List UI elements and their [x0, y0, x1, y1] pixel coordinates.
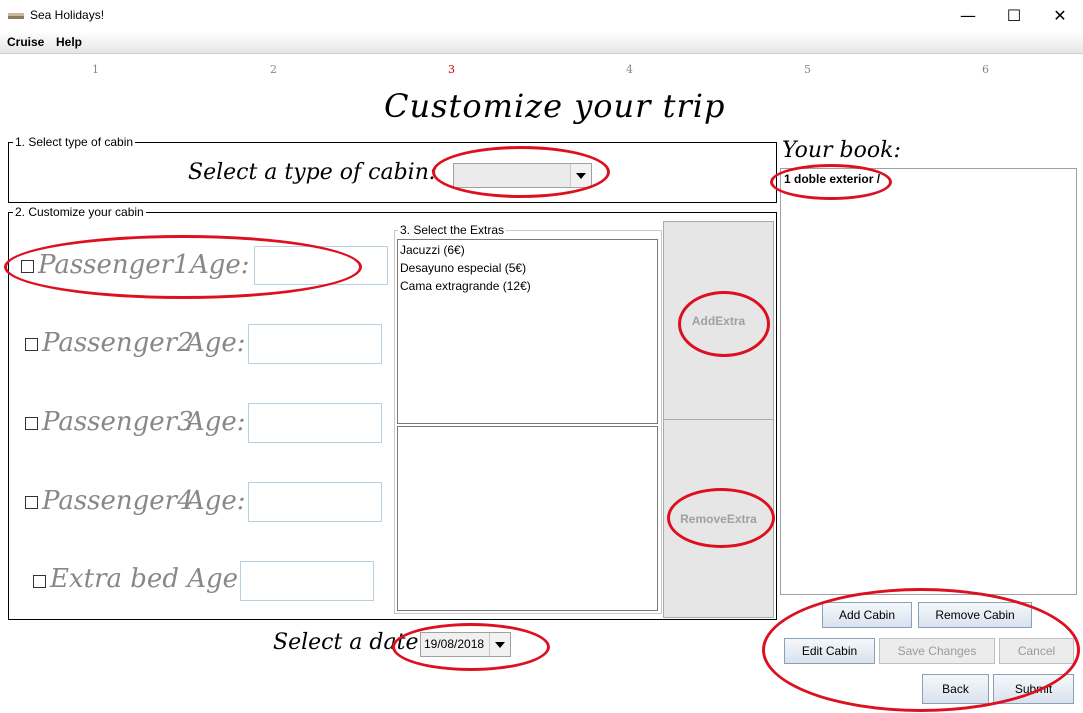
passenger4-checkbox[interactable]	[25, 496, 38, 509]
passenger1-checkbox[interactable]	[21, 260, 34, 273]
page-title: Customize your trip	[384, 87, 726, 125]
passenger3-label: Passenger3	[42, 407, 194, 437]
book-item[interactable]: 1 doble exterior /	[784, 172, 880, 186]
passenger3-age-label: Age:	[186, 407, 246, 437]
title-bar	[0, 0, 1083, 31]
customize-legend: 2. Customize your cabin	[13, 205, 146, 219]
extra-bed-checkbox[interactable]	[33, 575, 46, 588]
passenger1-label: Passenger1	[38, 250, 190, 280]
cabin-type-legend: 1. Select type of cabin	[13, 135, 136, 149]
edit-cabin-button[interactable]: Edit Cabin	[784, 638, 875, 664]
passenger1-age-label: Age:	[190, 250, 250, 280]
maximize-button[interactable]: ☐	[991, 0, 1037, 31]
passenger2-checkbox[interactable]	[25, 338, 38, 351]
app-icon	[8, 10, 24, 20]
book-list[interactable]: 1 doble exterior /	[780, 168, 1077, 595]
save-changes-button[interactable]: Save Changes	[879, 638, 995, 664]
back-button[interactable]: Back	[922, 674, 989, 704]
menu-cruise[interactable]: Cruise	[7, 35, 44, 49]
step-2: 2	[270, 63, 277, 76]
passenger1-age-field[interactable]	[254, 246, 388, 285]
window-title: Sea Holidays!	[30, 8, 105, 22]
extras-available-list[interactable]: Jacuzzi (6€) Desayuno especial (5€) Cama…	[397, 239, 658, 424]
cancel-button[interactable]: Cancel	[999, 638, 1074, 664]
add-extra-button[interactable]: AddExtra	[663, 221, 774, 420]
date-label: Select a date	[273, 630, 419, 655]
list-item[interactable]: Jacuzzi (6€)	[400, 243, 465, 257]
passenger4-label: Passenger4	[42, 486, 194, 516]
step-4: 4	[626, 63, 633, 76]
passenger4-age-field[interactable]	[248, 482, 382, 522]
step-1: 1	[92, 63, 99, 76]
step-3: 3	[448, 63, 455, 76]
submit-button[interactable]: Submit	[993, 674, 1074, 704]
book-title: Your book:	[782, 138, 901, 163]
close-button[interactable]: ✕	[1037, 0, 1083, 31]
list-item[interactable]: Desayuno especial (5€)	[400, 261, 526, 275]
extras-legend: 3. Select the Extras	[398, 223, 507, 237]
date-picker[interactable]: 19/08/2018	[420, 632, 511, 657]
add-cabin-button[interactable]: Add Cabin	[822, 602, 912, 628]
chevron-down-icon[interactable]	[570, 164, 591, 187]
menu-bar	[0, 31, 1083, 54]
passenger2-label: Passenger2	[42, 328, 194, 358]
passenger2-age-label: Age:	[186, 328, 246, 358]
step-5: 5	[804, 63, 811, 76]
passenger3-checkbox[interactable]	[25, 417, 38, 430]
minimize-button[interactable]: —	[945, 0, 991, 31]
date-value: 19/08/2018	[424, 637, 485, 651]
cabin-type-label: Select a type of cabin:	[188, 160, 437, 185]
remove-cabin-button[interactable]: Remove Cabin	[918, 602, 1032, 628]
menu-help[interactable]: Help	[56, 35, 82, 49]
chevron-down-icon[interactable]	[489, 633, 510, 656]
extras-selected-list[interactable]	[397, 426, 658, 611]
cabin-type-dropdown[interactable]	[453, 163, 592, 188]
extra-bed-label: Extra bed Age:	[50, 564, 247, 594]
remove-extra-button[interactable]: RemoveExtra	[663, 419, 774, 618]
passenger3-age-field[interactable]	[248, 403, 382, 443]
passenger4-age-label: Age:	[186, 486, 246, 516]
step-6: 6	[982, 63, 989, 76]
extra-bed-age-field[interactable]	[240, 561, 374, 601]
list-item[interactable]: Cama extragrande (12€)	[400, 279, 531, 293]
passenger2-age-field[interactable]	[248, 324, 382, 364]
